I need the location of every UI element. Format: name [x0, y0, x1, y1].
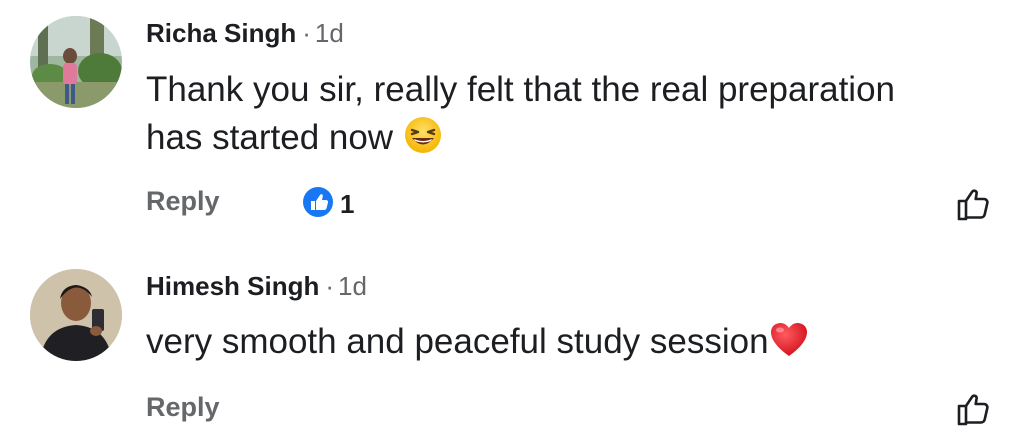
author-name[interactable]: Himesh Singh — [146, 271, 319, 301]
reaction-summary[interactable]: 1 — [302, 186, 354, 223]
author-line: Richa Singh · 1d — [146, 18, 344, 48]
like-button[interactable] — [954, 184, 994, 229]
grinning-squinting-face-emoji — [403, 115, 443, 168]
comment-text-line: Thank you sir, really felt that the real… — [146, 70, 896, 109]
like-button[interactable] — [954, 389, 994, 434]
thumbs-up-outline-icon — [954, 189, 994, 228]
author-name[interactable]: Richa Singh — [146, 18, 296, 48]
comment-text-line: has started now — [146, 114, 895, 168]
comment-item: Richa Singh · 1d Thank you sir, really fel… — [0, 0, 1024, 250]
reply-button[interactable]: Reply — [146, 392, 220, 423]
timestamp[interactable]: 1d — [315, 18, 344, 48]
reply-button[interactable]: Reply — [146, 186, 220, 217]
thumbs-up-outline-icon — [954, 394, 994, 433]
comment-item: Himesh Singh · 1d very smooth and peaceful… — [0, 250, 1024, 441]
timestamp[interactable]: 1d — [338, 271, 367, 301]
avatar[interactable] — [30, 16, 122, 108]
comment-text: Thank you sir, really felt that the real… — [146, 66, 895, 168]
red-heart-emoji — [769, 321, 809, 372]
like-count: 1 — [340, 189, 355, 219]
comment-text-segment: very smooth and peaceful study session — [146, 322, 769, 361]
comment-feed: Richa Singh · 1d Thank you sir, really fel… — [0, 0, 1024, 441]
avatar[interactable] — [30, 269, 122, 361]
meta-separator: · — [302, 18, 311, 48]
comment-text-segment: has started now — [146, 118, 394, 157]
author-line: Himesh Singh · 1d — [146, 271, 367, 301]
meta-separator: · — [325, 271, 335, 301]
thumbs-up-reaction-icon — [302, 186, 334, 223]
comment-text: very smooth and peaceful study session — [146, 318, 809, 372]
